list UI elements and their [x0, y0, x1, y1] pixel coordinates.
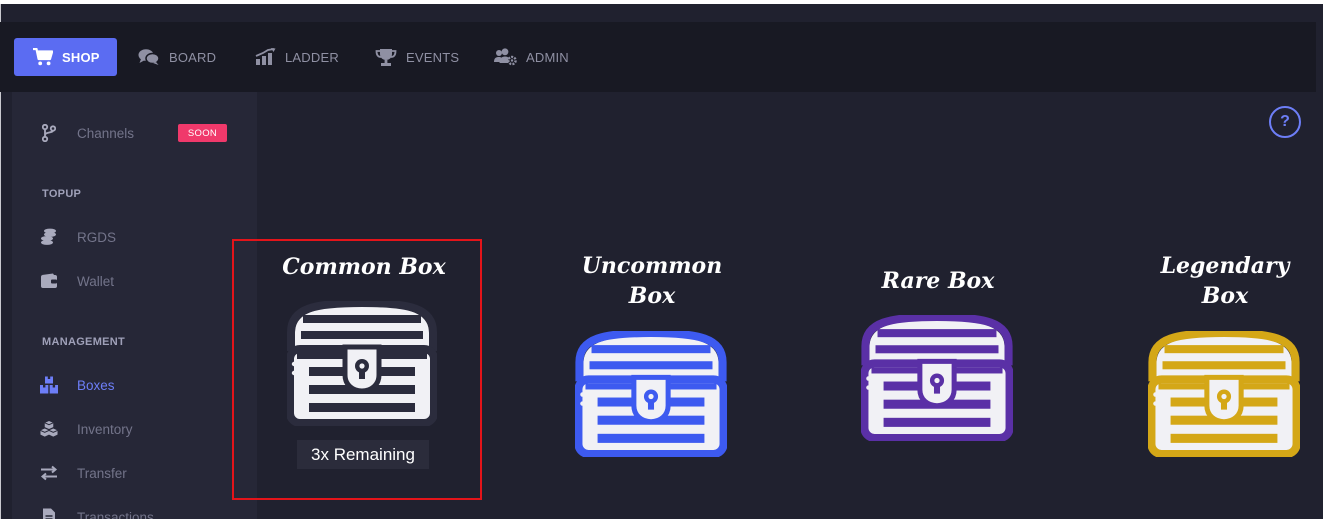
- sidebar-item-label: Transactions: [77, 509, 154, 519]
- box-title-common: Common Box: [282, 254, 446, 280]
- sidebar-item-boxes[interactable]: Boxes: [40, 374, 115, 396]
- uncommon-box-chest[interactable]: [575, 331, 727, 457]
- sidebar-item-label: Boxes: [77, 377, 115, 393]
- sidebar-item-transactions[interactable]: Transactions: [40, 506, 154, 519]
- sidebar-item-transfer[interactable]: Transfer: [40, 462, 127, 484]
- sidebar-item-rgds[interactable]: RGDS: [40, 226, 116, 248]
- legendary-box-chest[interactable]: [1148, 331, 1300, 457]
- sidebar-item-wallet[interactable]: Wallet: [40, 270, 114, 292]
- trophy-icon: [375, 48, 397, 67]
- sidebar-item-label: Transfer: [77, 465, 127, 481]
- nav-board-label: BOARD: [169, 49, 217, 65]
- cubes-icon: [40, 420, 58, 438]
- nav-admin-label: ADMIN: [526, 49, 569, 65]
- sidebar-item-label: Inventory: [77, 421, 133, 437]
- box-title-rare: Rare Box: [881, 268, 995, 294]
- nav-ladder[interactable]: LADDER: [255, 38, 339, 76]
- box-title-uncommon: Uncommon Box: [581, 253, 723, 309]
- chat-bubbles-icon: [138, 48, 160, 66]
- cart-icon: [33, 48, 53, 66]
- top-nav-bar: SHOP BOARD LADDER EVENTS ADMIN: [0, 22, 1316, 92]
- branch-icon: [40, 124, 58, 142]
- soon-badge: SOON: [178, 124, 227, 142]
- users-gear-icon: [494, 48, 517, 66]
- nav-events-label: EVENTS: [406, 49, 460, 65]
- receipt-icon: [40, 508, 58, 519]
- nav-shop[interactable]: SHOP: [14, 38, 117, 76]
- transfer-arrows-icon: [40, 464, 58, 482]
- remaining-count-label: 3x Remaining: [297, 440, 429, 469]
- nav-board[interactable]: BOARD: [138, 38, 216, 76]
- nav-shop-label: SHOP: [62, 49, 100, 65]
- coins-icon: [40, 228, 58, 246]
- nav-events[interactable]: EVENTS: [375, 38, 459, 76]
- sidebar-item-inventory[interactable]: Inventory: [40, 418, 133, 440]
- section-title-management: MANAGEMENT: [42, 336, 126, 348]
- boxes-icon: [40, 376, 58, 394]
- ladder-chart-icon: [255, 48, 276, 66]
- sidebar-item-label: Channels: [77, 125, 135, 141]
- section-title-topup: TOPUP: [42, 188, 82, 200]
- sidebar: Channels SOON TOPUP RGDS Wallet MANAGEME…: [12, 92, 257, 519]
- sidebar-item-label: RGDS: [77, 229, 117, 245]
- common-box-chest[interactable]: [287, 301, 437, 426]
- sidebar-item-label: Wallet: [77, 273, 115, 289]
- box-title-legendary: Legendary Box: [1160, 253, 1290, 309]
- nav-ladder-label: LADDER: [285, 49, 339, 65]
- wallet-icon: [40, 272, 58, 290]
- rare-box-chest[interactable]: [861, 315, 1013, 441]
- help-button[interactable]: ?: [1269, 106, 1301, 138]
- sidebar-item-channels[interactable]: Channels: [40, 122, 134, 144]
- nav-admin[interactable]: ADMIN: [494, 38, 569, 76]
